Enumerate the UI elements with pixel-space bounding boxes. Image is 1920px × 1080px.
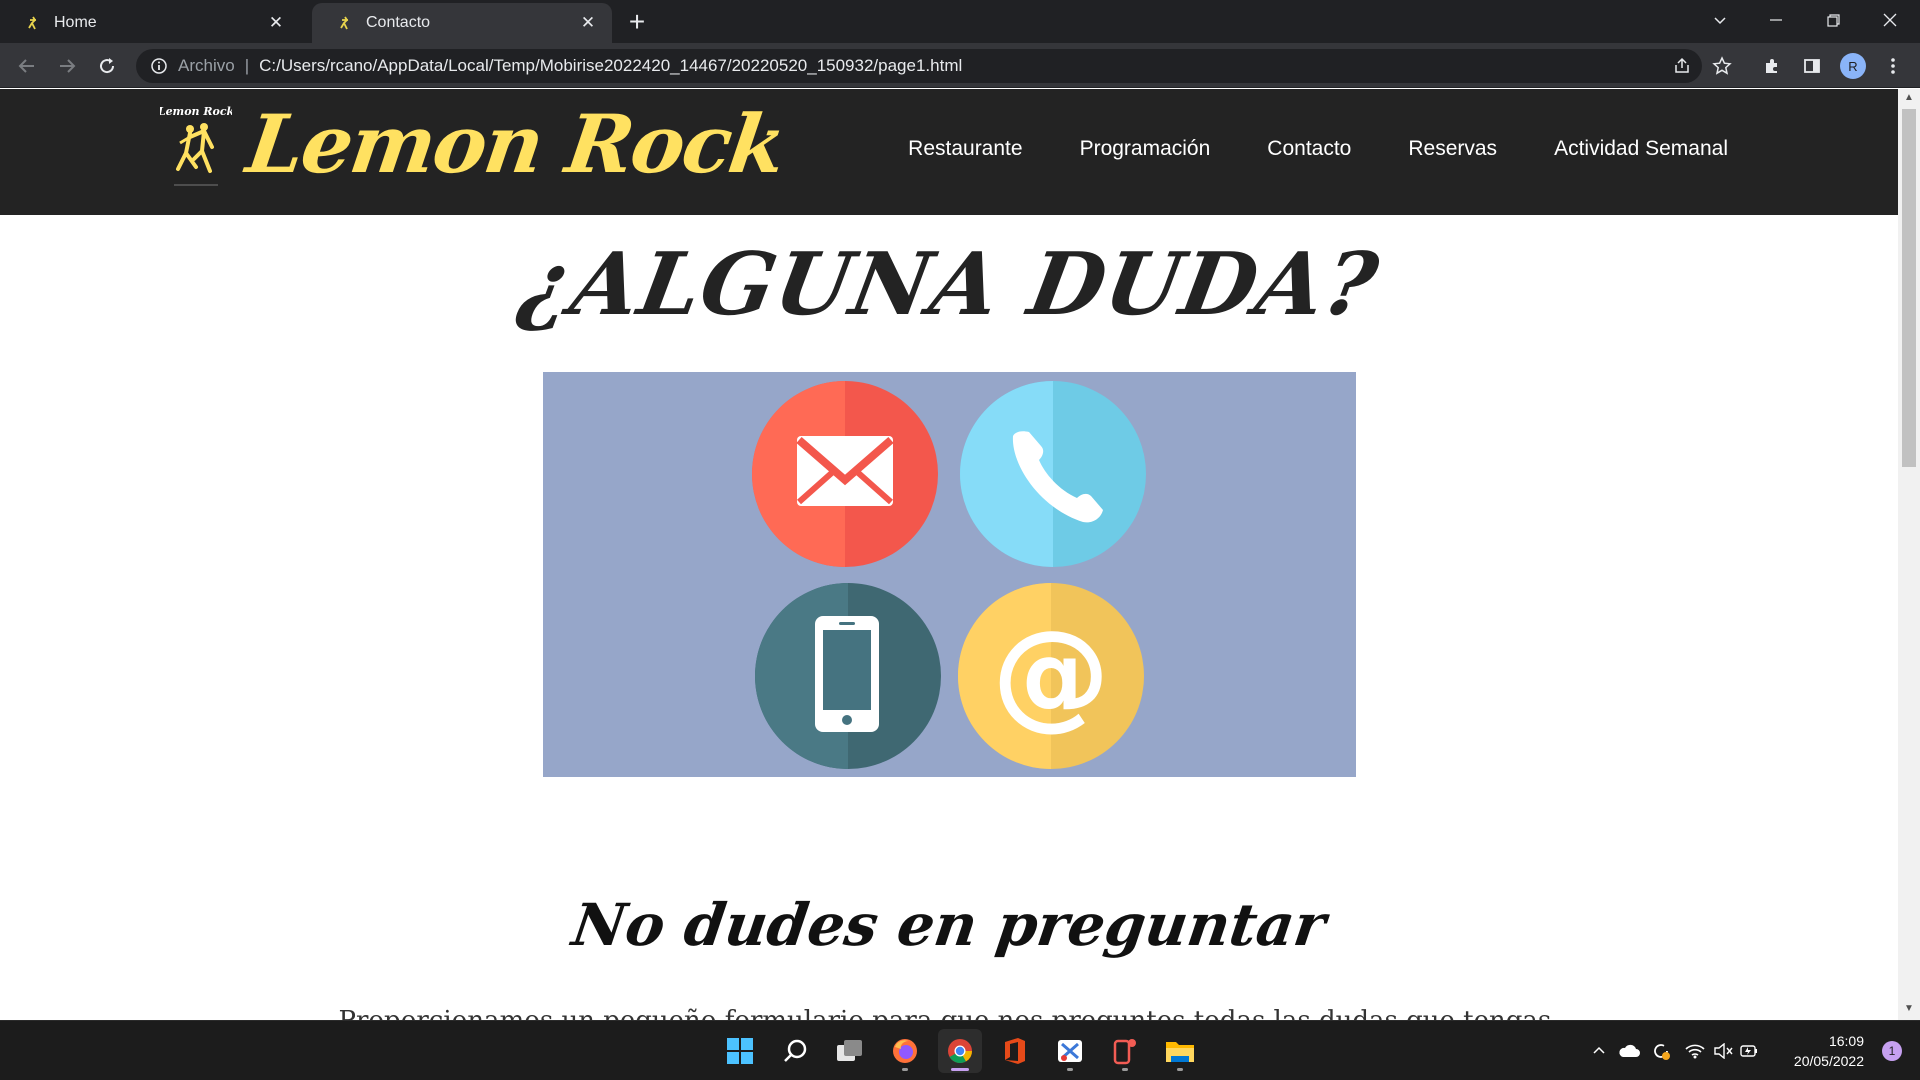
chrome-icon[interactable] xyxy=(938,1029,982,1073)
search-icon[interactable] xyxy=(773,1029,817,1073)
back-button[interactable] xyxy=(10,49,44,83)
site-logo-text[interactable]: Lemon Rock xyxy=(241,97,789,191)
email-icon xyxy=(752,381,938,567)
site-favicon-icon xyxy=(24,14,42,32)
notification-badge[interactable]: 1 xyxy=(1882,1041,1902,1061)
at-sign-icon: @ xyxy=(958,583,1144,769)
system-clock[interactable]: 16:09 20/05/2022 xyxy=(1794,1031,1864,1071)
mobile-icon xyxy=(755,583,941,769)
nav-contacto[interactable]: Contacto xyxy=(1267,137,1351,161)
info-icon[interactable] xyxy=(150,57,168,75)
chevron-up-icon[interactable] xyxy=(1586,1039,1612,1063)
volume-muted-icon[interactable] xyxy=(1710,1039,1736,1063)
svg-text:@: @ xyxy=(992,604,1110,742)
nav-programacion[interactable]: Programación xyxy=(1080,137,1211,161)
tab-search-chevron-icon[interactable] xyxy=(1692,0,1748,40)
page-subheadline: No dudes en preguntar xyxy=(568,891,1330,959)
logo-small-text: Lemon Rock xyxy=(160,105,232,118)
tab-home[interactable]: Home ✕ xyxy=(0,3,300,43)
snipping-icon[interactable] xyxy=(1048,1029,1092,1073)
close-tab-icon[interactable]: ✕ xyxy=(266,13,286,33)
minimize-button[interactable] xyxy=(1748,0,1804,40)
address-scheme: Archivo xyxy=(178,56,235,75)
scroll-down-arrow-icon[interactable]: ▼ xyxy=(1903,1003,1915,1015)
reload-button[interactable] xyxy=(90,49,124,83)
restore-button[interactable] xyxy=(1805,0,1861,40)
avatar: R xyxy=(1840,53,1866,79)
nav-actividad-semanal[interactable]: Actividad Semanal xyxy=(1554,137,1728,161)
tab-title: Contacto xyxy=(366,14,431,31)
wifi-icon[interactable] xyxy=(1682,1039,1708,1063)
profile-avatar[interactable]: R xyxy=(1836,49,1870,83)
firefox-icon[interactable] xyxy=(883,1029,927,1073)
extensions-puzzle-icon[interactable] xyxy=(1755,49,1789,83)
bookmark-star-icon[interactable] xyxy=(1705,49,1739,83)
phone-link-icon[interactable] xyxy=(1103,1029,1147,1073)
contact-image: @ xyxy=(543,372,1356,777)
site-header: Lemon Rock Lemon Rock Restaurante Progra… xyxy=(0,89,1898,215)
main-nav: Restaurante Programación Contacto Reserv… xyxy=(851,137,1728,161)
onedrive-cloud-icon[interactable] xyxy=(1616,1039,1642,1063)
browser-toolbar: Archivo | C:/Users/rcano/AppData/Local/T… xyxy=(0,43,1920,88)
forward-button[interactable] xyxy=(50,49,84,83)
tab-title: Home xyxy=(54,14,97,31)
browser-tabbar: Home ✕ Contacto ✕ + xyxy=(0,0,1920,43)
side-panel-icon[interactable] xyxy=(1795,49,1829,83)
intro-paragraph: Proporcionamos un pequeño formulario par… xyxy=(0,1006,1898,1020)
close-window-button[interactable] xyxy=(1862,0,1918,40)
windows-taskbar: 16:09 20/05/2022 1 xyxy=(0,1020,1920,1080)
tab-contacto[interactable]: Contacto ✕ xyxy=(312,3,612,43)
page-viewport: Lemon Rock Lemon Rock Restaurante Progra… xyxy=(0,89,1898,1020)
site-favicon-icon xyxy=(336,14,354,32)
logo-mark[interactable]: Lemon Rock xyxy=(157,103,235,199)
office-icon[interactable] xyxy=(993,1029,1037,1073)
page-headline: ¿ALGUNA DUDA? xyxy=(512,234,1386,335)
phone-icon xyxy=(960,381,1146,567)
address-url[interactable]: C:/Users/rcano/AppData/Local/Temp/Mobiri… xyxy=(259,56,962,76)
sync-icon[interactable] xyxy=(1648,1039,1674,1063)
menu-kebab-icon[interactable] xyxy=(1876,49,1910,83)
file-explorer-icon[interactable] xyxy=(1158,1029,1202,1073)
close-tab-icon[interactable]: ✕ xyxy=(578,13,598,33)
clock-time: 16:09 xyxy=(1828,1033,1864,1049)
nav-restaurante[interactable]: Restaurante xyxy=(908,137,1022,161)
new-tab-button[interactable]: + xyxy=(622,7,652,37)
battery-icon[interactable] xyxy=(1736,1039,1762,1063)
clock-date: 20/05/2022 xyxy=(1793,1053,1864,1069)
scroll-up-arrow-icon[interactable]: ▲ xyxy=(1903,92,1915,104)
scrollbar-thumb[interactable] xyxy=(1902,109,1916,467)
share-icon[interactable] xyxy=(1665,49,1699,83)
nav-reservas[interactable]: Reservas xyxy=(1408,137,1497,161)
page-scrollbar[interactable]: ▲ ▼ xyxy=(1898,89,1920,1020)
address-bar[interactable]: Archivo | C:/Users/rcano/AppData/Local/T… xyxy=(136,49,1702,83)
address-separator: | xyxy=(244,56,250,75)
start-icon[interactable] xyxy=(718,1029,762,1073)
task-view-icon[interactable] xyxy=(828,1029,872,1073)
